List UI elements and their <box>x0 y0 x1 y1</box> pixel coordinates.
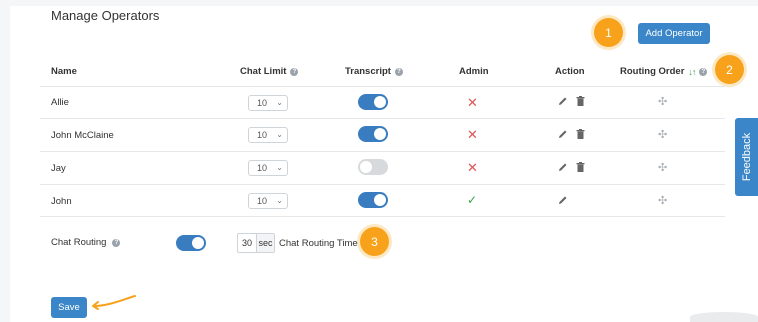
chat-routing-toggle[interactable] <box>176 235 206 251</box>
header-transcript-label: Transcript <box>345 66 391 77</box>
routing-time-value[interactable]: 30 <box>238 238 256 248</box>
operator-name: John McClaine <box>51 130 114 141</box>
left-gutter <box>0 0 10 322</box>
header-action-label: Action <box>555 66 585 77</box>
row-actions <box>558 96 585 106</box>
drag-icon[interactable]: ✣ <box>658 196 667 207</box>
table-divider <box>40 216 725 217</box>
delete-icon[interactable] <box>576 129 585 139</box>
edit-icon[interactable] <box>558 162 568 172</box>
table-divider <box>40 118 725 119</box>
feedback-tab[interactable]: Feedback <box>735 118 758 196</box>
manage-operators-page: Manage Operators Add Operator 1 2 3 Name… <box>0 0 758 322</box>
row-actions <box>558 162 585 172</box>
operator-name: John <box>51 196 72 207</box>
chat-limit-select[interactable]: 10 ⌄ <box>248 95 288 111</box>
routing-time-input[interactable]: 30 sec <box>237 233 275 253</box>
chat-routing-row: Chat Routing ? <box>51 237 121 248</box>
header-admin: Admin <box>459 66 489 77</box>
table-divider <box>40 86 725 87</box>
save-button[interactable]: Save <box>51 297 87 318</box>
step-badge-3: 3 <box>360 227 389 256</box>
close-icon: ✕ <box>467 127 478 142</box>
transcript-toggle[interactable] <box>358 126 388 142</box>
step-badge-2: 2 <box>715 55 744 84</box>
header-action: Action <box>555 66 585 77</box>
chat-limit-value: 10 <box>257 163 268 173</box>
arrow-icon <box>92 295 136 310</box>
sort-icon[interactable]: ↓↑ <box>688 67 696 77</box>
header-transcript: Transcript ? <box>345 66 403 77</box>
row-actions <box>558 129 585 139</box>
corner-shadow <box>690 312 758 322</box>
chat-limit-select[interactable]: 10 ⌄ <box>248 160 288 176</box>
table-divider <box>40 151 725 152</box>
header-name-label: Name <box>51 66 77 77</box>
operator-name: Allie <box>51 97 69 108</box>
delete-icon[interactable] <box>576 96 585 106</box>
operator-name: Jay <box>51 163 66 174</box>
routing-time-unit: sec <box>256 234 274 252</box>
edit-icon[interactable] <box>558 96 568 106</box>
feedback-label: Feedback <box>740 132 753 182</box>
top-gutter <box>0 0 758 6</box>
chat-limit-select[interactable]: 10 ⌄ <box>248 127 288 143</box>
header-chat-limit-label: Chat Limit <box>240 66 287 77</box>
transcript-toggle[interactable] <box>358 159 388 175</box>
drag-icon[interactable]: ✣ <box>658 97 667 108</box>
chat-limit-select[interactable]: 10 ⌄ <box>248 193 288 209</box>
chevron-down-icon: ⌄ <box>276 98 283 107</box>
help-icon[interactable]: ? <box>699 67 708 76</box>
chevron-down-icon: ⌄ <box>276 196 283 205</box>
close-icon: ✕ <box>467 160 478 175</box>
chat-limit-value: 10 <box>257 130 268 140</box>
header-routing-order: Routing Order ↓↑ ? <box>620 66 708 77</box>
chevron-down-icon: ⌄ <box>276 130 283 139</box>
row-actions <box>558 195 568 205</box>
help-icon[interactable]: ? <box>290 67 299 76</box>
chat-limit-value: 10 <box>257 98 268 108</box>
add-operator-button[interactable]: Add Operator <box>638 23 710 44</box>
chevron-down-icon: ⌄ <box>276 163 283 172</box>
table-divider <box>40 184 725 185</box>
page-title: Manage Operators <box>51 8 160 23</box>
help-icon[interactable]: ? <box>394 67 403 76</box>
edit-icon[interactable] <box>558 129 568 139</box>
drag-icon[interactable]: ✣ <box>658 130 667 141</box>
transcript-toggle[interactable] <box>358 94 388 110</box>
chat-limit-value: 10 <box>257 196 268 206</box>
routing-time-label: Chat Routing Time <box>279 238 358 249</box>
header-name: Name <box>51 66 77 77</box>
edit-icon[interactable] <box>558 195 568 205</box>
transcript-toggle[interactable] <box>358 192 388 208</box>
drag-icon[interactable]: ✣ <box>658 163 667 174</box>
header-routing-order-label: Routing Order <box>620 66 685 77</box>
close-icon: ✕ <box>467 95 478 110</box>
delete-icon[interactable] <box>576 162 585 172</box>
header-chat-limit: Chat Limit ? <box>240 66 299 77</box>
header-admin-label: Admin <box>459 66 489 77</box>
chat-routing-label: Chat Routing <box>51 237 107 248</box>
step-badge-1: 1 <box>594 18 623 47</box>
check-icon: ✓ <box>467 193 478 207</box>
help-icon[interactable]: ? <box>112 238 121 247</box>
